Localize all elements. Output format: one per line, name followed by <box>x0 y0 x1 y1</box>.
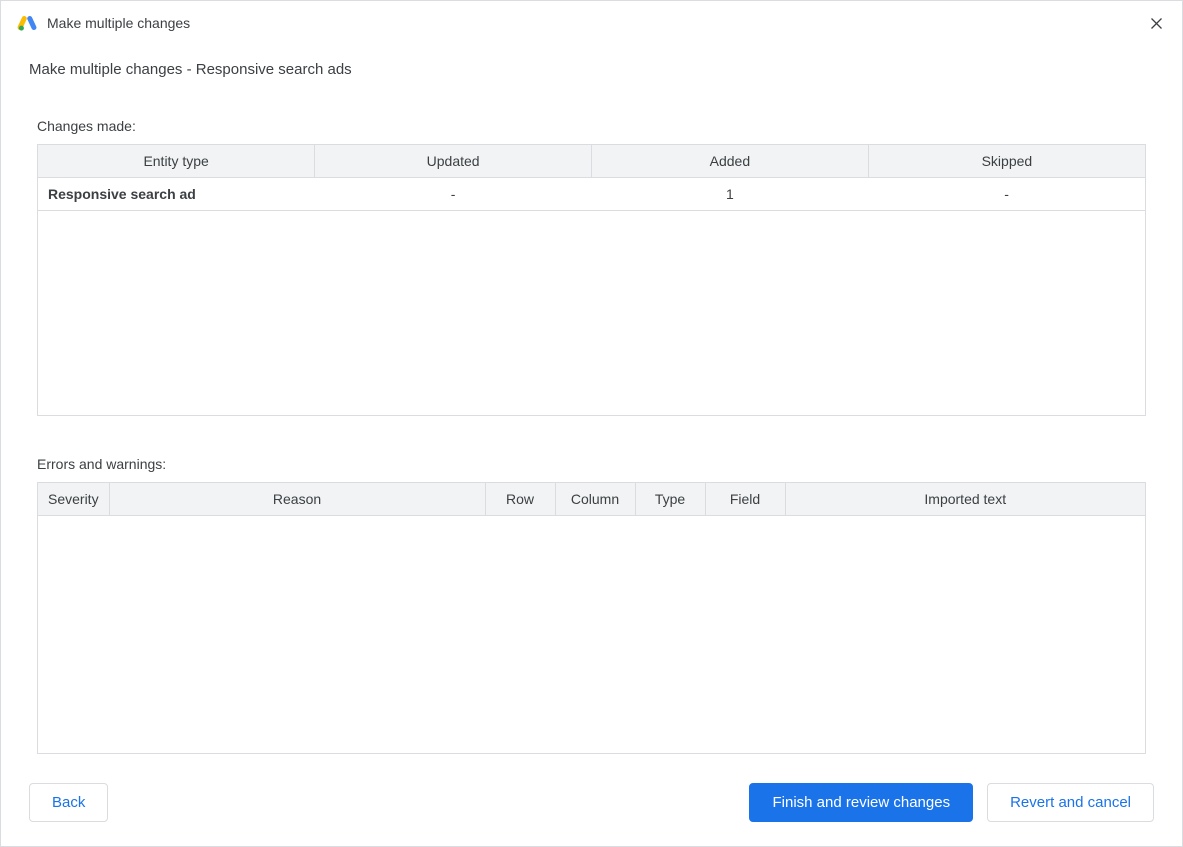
col-skipped: Skipped <box>868 145 1145 178</box>
dialog-window: Make multiple changes Make multiple chan… <box>0 0 1183 847</box>
col-updated: Updated <box>315 145 592 178</box>
changes-table-container: Entity type Updated Added Skipped Respon… <box>37 144 1146 416</box>
table-row: Responsive search ad - 1 - <box>38 178 1145 211</box>
cell-added: 1 <box>592 178 869 211</box>
page-subtitle: Make multiple changes - Responsive searc… <box>1 41 1182 78</box>
content-area: Changes made: Entity type Updated Added … <box>1 78 1182 759</box>
footer-right: Finish and review changes Revert and can… <box>749 783 1154 822</box>
changes-made-label: Changes made: <box>37 118 1146 134</box>
col-row: Row <box>485 483 555 516</box>
cell-skipped: - <box>868 178 1145 211</box>
google-ads-logo-icon <box>17 13 37 33</box>
errors-table-container: Severity Reason Row Column Type Field Im… <box>37 482 1146 754</box>
col-reason: Reason <box>109 483 485 516</box>
finish-review-button[interactable]: Finish and review changes <box>749 783 973 822</box>
errors-table: Severity Reason Row Column Type Field Im… <box>38 483 1145 516</box>
col-imported-text: Imported text <box>785 483 1145 516</box>
close-icon <box>1149 16 1164 34</box>
back-button[interactable]: Back <box>29 783 108 822</box>
col-column: Column <box>555 483 635 516</box>
cell-updated: - <box>315 178 592 211</box>
col-field: Field <box>705 483 785 516</box>
cell-entity-type: Responsive search ad <box>38 178 315 211</box>
close-button[interactable] <box>1144 13 1168 37</box>
col-type: Type <box>635 483 705 516</box>
changes-table: Entity type Updated Added Skipped Respon… <box>38 145 1145 211</box>
titlebar: Make multiple changes <box>1 1 1182 41</box>
window-title: Make multiple changes <box>47 15 190 31</box>
revert-cancel-button[interactable]: Revert and cancel <box>987 783 1154 822</box>
col-added: Added <box>592 145 869 178</box>
errors-warnings-label: Errors and warnings: <box>37 456 1146 472</box>
col-entity-type: Entity type <box>38 145 315 178</box>
footer: Back Finish and review changes Revert an… <box>1 759 1182 846</box>
col-severity: Severity <box>38 483 109 516</box>
